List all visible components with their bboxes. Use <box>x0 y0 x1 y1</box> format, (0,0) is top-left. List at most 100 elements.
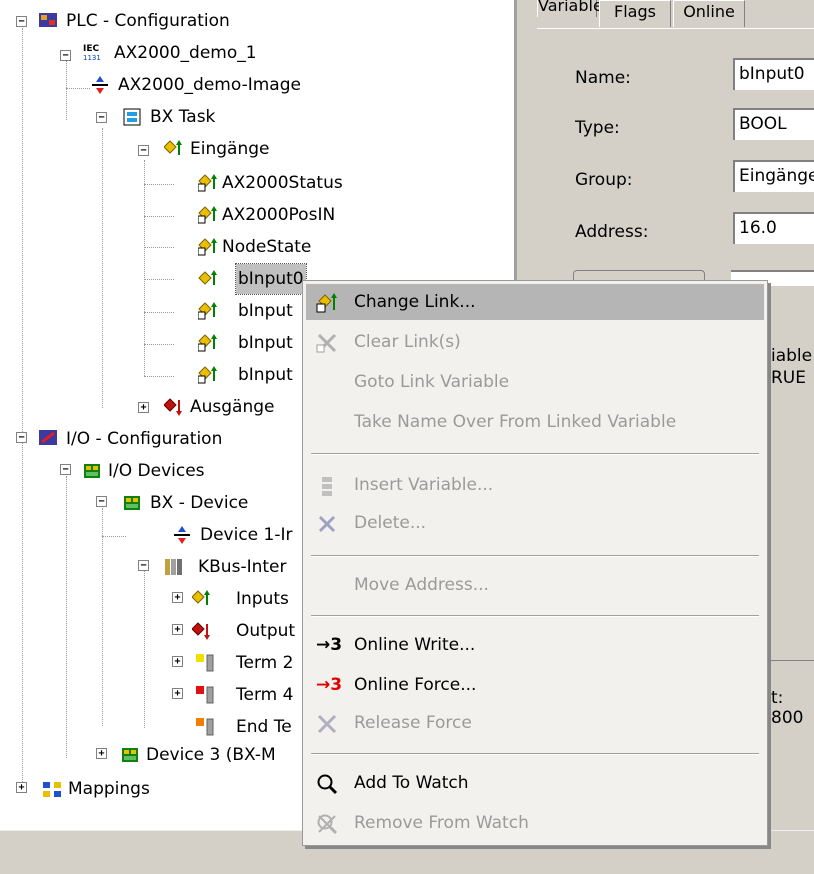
menu-item-label: Take Name Over From Linked Variable <box>354 412 677 432</box>
tree-line <box>144 570 145 728</box>
svg-text:IEC: IEC <box>83 44 99 54</box>
terminal-red-icon <box>196 686 214 704</box>
partial-label-value: t: 800 <box>771 688 804 728</box>
menu-item-remove-from-watch[interactable]: Remove From Watch <box>306 805 764 841</box>
expand-toggle[interactable]: + <box>172 688 183 699</box>
online-force-icon: →3 <box>316 675 343 695</box>
group-field[interactable]: Eingänge <box>733 160 814 192</box>
menu-item-online-write[interactable]: →3 Online Write... <box>306 627 764 663</box>
tree-node-label: Ausgänge <box>190 397 275 417</box>
address-field[interactable]: 16.0 <box>733 212 814 244</box>
mappings-icon <box>43 782 61 797</box>
tree-node-label: I/O - Configuration <box>66 429 223 449</box>
linked-input-var-icon <box>198 302 217 320</box>
collapse-toggle[interactable]: − <box>138 145 149 156</box>
context-menu: Change Link... Clear Link(s) Goto Link V… <box>302 280 768 846</box>
collapse-toggle[interactable]: − <box>60 464 71 475</box>
tree-node-label: AX2000Status <box>222 173 343 193</box>
io-devices-icon <box>84 464 100 478</box>
tree-node-label: Output <box>236 621 296 641</box>
bx-device-icon <box>124 496 140 510</box>
tree-node-label: NodeState <box>222 237 312 257</box>
collapse-toggle[interactable]: − <box>16 16 27 27</box>
expand-toggle[interactable]: + <box>138 402 149 413</box>
menu-item-label: Remove From Watch <box>354 813 529 833</box>
outputs-folder-icon <box>192 622 210 640</box>
expand-toggle[interactable]: + <box>172 592 183 603</box>
tree-node-label: bInput0 <box>235 263 307 295</box>
tree-node-label: AX2000_demo_1 <box>114 43 257 63</box>
menu-item-label: Goto Link Variable <box>354 372 510 392</box>
collapse-toggle[interactable]: − <box>60 50 71 61</box>
tree-node-label: BX Task <box>150 107 216 127</box>
tab-variable[interactable]: Variable <box>537 0 603 17</box>
inputs-folder-icon <box>164 140 182 155</box>
linked-input-var-icon <box>198 238 217 256</box>
tree-node-label: AX2000_demo-Image <box>118 75 301 95</box>
menu-separator <box>311 453 759 455</box>
name-field[interactable]: bInput0 <box>733 58 814 90</box>
tree-node-label: bInput <box>238 301 293 321</box>
insert-variable-icon <box>322 477 332 496</box>
linked-input-var-icon <box>198 206 217 224</box>
menu-item-take-name-over[interactable]: Take Name Over From Linked Variable <box>306 404 764 440</box>
delete-icon <box>318 515 336 533</box>
tree-node-label: I/O Devices <box>108 461 205 481</box>
expand-toggle[interactable]: + <box>172 656 183 667</box>
image-arrow-icon <box>174 526 190 544</box>
expand-toggle[interactable]: + <box>172 624 183 635</box>
linked-input-var-icon <box>198 334 217 352</box>
tab-online[interactable]: Online <box>673 0 745 27</box>
menu-item-label: Release Force <box>354 713 472 733</box>
bx-device-icon <box>122 748 138 762</box>
collapse-toggle[interactable]: − <box>138 560 149 571</box>
menu-separator <box>311 615 759 617</box>
terminal-yellow-icon <box>196 654 214 672</box>
remove-watch-icon <box>317 814 338 835</box>
menu-item-release-force[interactable]: Release Force <box>306 705 764 741</box>
online-write-icon: →3 <box>316 635 343 655</box>
menu-item-online-force[interactable]: →3 Online Force... <box>306 667 764 703</box>
menu-item-add-to-watch[interactable]: Add To Watch <box>306 765 764 801</box>
tree-node-label: AX2000PosIN <box>222 205 336 225</box>
collapse-toggle[interactable]: − <box>16 432 27 443</box>
menu-item-goto-link-variable[interactable]: Goto Link Variable <box>306 364 764 400</box>
inputs-folder-icon <box>192 590 210 605</box>
menu-item-move-address[interactable]: Move Address... <box>306 567 764 603</box>
tab-flags[interactable]: Flags <box>599 0 671 27</box>
tree-node-label: Eingänge <box>190 139 270 159</box>
expand-toggle[interactable]: + <box>96 748 107 759</box>
kbus-icon <box>165 559 182 575</box>
tree-node-label: Device 3 (BX-M <box>146 745 276 765</box>
tree-node-label: BX - Device <box>150 493 249 513</box>
tree-node-label: Inputs <box>236 589 289 609</box>
release-force-icon <box>317 714 337 734</box>
menu-item-delete[interactable]: Delete... <box>306 505 764 541</box>
menu-item-change-link[interactable]: Change Link... <box>306 284 764 320</box>
iec-1131-icon: IEC1131 <box>83 44 101 62</box>
tree-node-label: PLC - Configuration <box>66 11 230 31</box>
tree-node-label: bInput <box>238 365 293 385</box>
menu-separator <box>311 753 759 755</box>
tree-line <box>102 128 103 408</box>
collapse-toggle[interactable]: − <box>96 496 107 507</box>
menu-item-clear-links[interactable]: Clear Link(s) <box>306 324 764 360</box>
linked-input-var-icon <box>198 366 217 384</box>
partial-label-variable: iable <box>771 346 813 366</box>
linked-input-var-icon <box>198 174 217 192</box>
outputs-folder-icon <box>164 398 182 416</box>
tree-line <box>22 28 23 438</box>
menu-separator <box>311 555 759 557</box>
clear-link-icon <box>316 333 337 353</box>
tree-node-label: bInput <box>238 333 293 353</box>
tree-line <box>66 60 67 120</box>
io-config-icon <box>39 430 57 445</box>
type-field[interactable]: BOOL <box>733 108 814 140</box>
expand-toggle[interactable]: + <box>16 782 27 793</box>
tree-node-label: KBus-Inter <box>198 557 287 577</box>
menu-item-insert-variable[interactable]: Insert Variable... <box>306 467 764 503</box>
collapse-toggle[interactable]: − <box>96 112 107 123</box>
menu-item-label: Delete... <box>354 513 427 533</box>
partial-label-true: RUE <box>771 368 806 388</box>
menu-item-label: Insert Variable... <box>354 475 494 495</box>
